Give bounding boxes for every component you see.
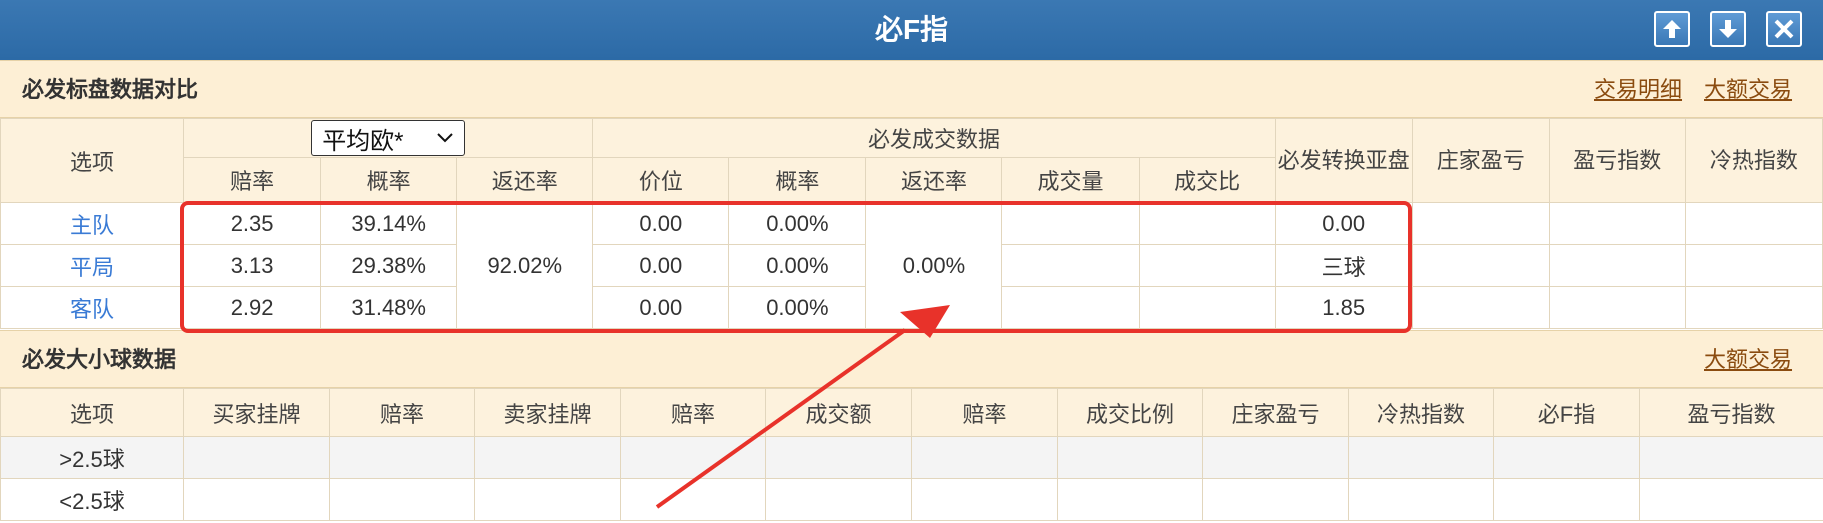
prob-cell: 31.48%	[320, 286, 458, 329]
odds-cell: 2.35	[183, 202, 322, 245]
col-header: 赔率	[329, 388, 475, 437]
arrow-up-icon	[1663, 20, 1681, 38]
col-header: 成交比例	[1057, 388, 1203, 437]
col-header: 买家挂牌	[183, 388, 330, 437]
window-title: 必F指	[874, 14, 949, 45]
scroll-up-button[interactable]	[1654, 11, 1690, 47]
col-hot-cold: 冷热指数	[1684, 118, 1823, 203]
volume-cell	[1001, 202, 1140, 245]
col-volume: 成交量	[1001, 157, 1140, 203]
trade-ratio-cell	[1138, 202, 1276, 245]
trade-detail-link[interactable]: 交易明细	[1594, 61, 1682, 119]
col-banker-pl: 庄家盈亏	[1411, 118, 1550, 203]
close-icon	[1774, 19, 1794, 39]
column-headers: 选项 买家挂牌 赔率 卖家挂牌 赔率 成交额 赔率 成交比例 庄家盈亏 冷热指数…	[0, 388, 1823, 437]
col-header: 盈亏指数	[1639, 388, 1823, 437]
trade-return-rate-cell: 0.00%	[865, 202, 1003, 329]
odds-cell: 2.92	[183, 286, 322, 329]
odds-source-select[interactable]: 平均欧*	[311, 120, 466, 156]
col-header: 选项	[0, 388, 184, 437]
trade-prob-cell: 0.00%	[728, 202, 867, 245]
col-trade-return: 返还率	[865, 157, 1003, 203]
banker-pl-cell	[1411, 286, 1550, 329]
section-over-under-header: 必发大小球数据 大额交易	[0, 330, 1823, 388]
prob-cell: 39.14%	[320, 202, 458, 245]
trade-prob-cell: 0.00%	[728, 244, 867, 287]
hot-cold-cell	[1684, 202, 1823, 245]
price-cell: 0.00	[592, 244, 730, 287]
betfair-standard-table: 选项 平均欧* 必发成交数据 必发转换亚盘 庄家盈亏 盈亏指数 冷热指数 赔率 …	[0, 118, 1823, 329]
col-odds: 赔率	[183, 157, 322, 203]
table-row: 主队 2.35 39.14% 92.02% 0.00 0.00% 0.00% 0…	[0, 202, 1823, 329]
col-header: 赔率	[911, 388, 1058, 437]
team-home-link[interactable]: 主队	[0, 202, 185, 245]
volume-cell	[1001, 286, 1140, 329]
scroll-down-button[interactable]	[1710, 11, 1746, 47]
section-title: 必发大小球数据	[22, 347, 177, 372]
col-pl-index: 盈亏指数	[1548, 118, 1686, 203]
pl-index-cell	[1548, 202, 1686, 245]
chevron-down-icon	[437, 133, 453, 143]
col-return: 返还率	[456, 157, 594, 203]
over-under-table: 选项 买家挂牌 赔率 卖家挂牌 赔率 成交额 赔率 成交比例 庄家盈亏 冷热指数…	[0, 388, 1823, 521]
prob-cell: 29.38%	[320, 244, 458, 287]
team-draw-link[interactable]: 平局	[0, 244, 185, 287]
large-trade-link-2[interactable]: 大额交易	[1704, 331, 1792, 389]
col-trade-prob: 概率	[728, 157, 867, 203]
hot-cold-cell	[1684, 244, 1823, 287]
pl-index-cell	[1548, 244, 1686, 287]
table-row: <2.5球	[0, 478, 1823, 521]
price-cell: 0.00	[592, 286, 730, 329]
trade-ratio-cell	[1138, 286, 1276, 329]
col-trade-group: 必发成交数据	[592, 118, 1276, 158]
volume-cell	[1001, 244, 1140, 287]
banker-pl-cell	[1411, 202, 1550, 245]
col-option: 选项	[0, 118, 185, 203]
price-cell: 0.00	[592, 202, 730, 245]
return-rate-cell: 92.02%	[456, 202, 594, 329]
col-convert-asian: 必发转换亚盘	[1274, 118, 1413, 203]
window-titlebar: 必F指	[0, 0, 1823, 60]
table-row: >2.5球	[0, 436, 1823, 479]
hot-cold-cell	[1684, 286, 1823, 329]
col-trade-ratio: 成交比	[1138, 157, 1276, 203]
col-header: 庄家盈亏	[1202, 388, 1349, 437]
banker-pl-cell	[1411, 244, 1550, 287]
odds-cell: 3.13	[183, 244, 322, 287]
col-header: 冷热指数	[1348, 388, 1494, 437]
col-price: 价位	[592, 157, 730, 203]
asian-cell: 三球	[1274, 244, 1413, 287]
option-cell: <2.5球	[0, 478, 184, 521]
trade-ratio-cell	[1138, 244, 1276, 287]
col-header: 赔率	[620, 388, 766, 437]
col-header: 必F指	[1493, 388, 1640, 437]
arrow-down-icon	[1719, 20, 1737, 38]
col-header: 卖家挂牌	[474, 388, 621, 437]
odds-source-select-cell: 平均欧*	[183, 118, 594, 158]
asian-cell: 1.85	[1274, 286, 1413, 329]
col-header: 成交额	[765, 388, 912, 437]
col-prob: 概率	[320, 157, 458, 203]
team-away-link[interactable]: 客队	[0, 286, 185, 329]
close-button[interactable]	[1766, 11, 1802, 47]
pl-index-cell	[1548, 286, 1686, 329]
section-betfair-standard-header: 必发标盘数据对比 交易明细 大额交易	[0, 60, 1823, 118]
asian-cell: 0.00	[1274, 202, 1413, 245]
odds-source-value: 平均欧*	[322, 127, 404, 155]
section-title: 必发标盘数据对比	[22, 77, 199, 102]
trade-prob-cell: 0.00%	[728, 286, 867, 329]
option-cell: >2.5球	[0, 436, 184, 479]
large-trade-link[interactable]: 大额交易	[1704, 61, 1792, 119]
